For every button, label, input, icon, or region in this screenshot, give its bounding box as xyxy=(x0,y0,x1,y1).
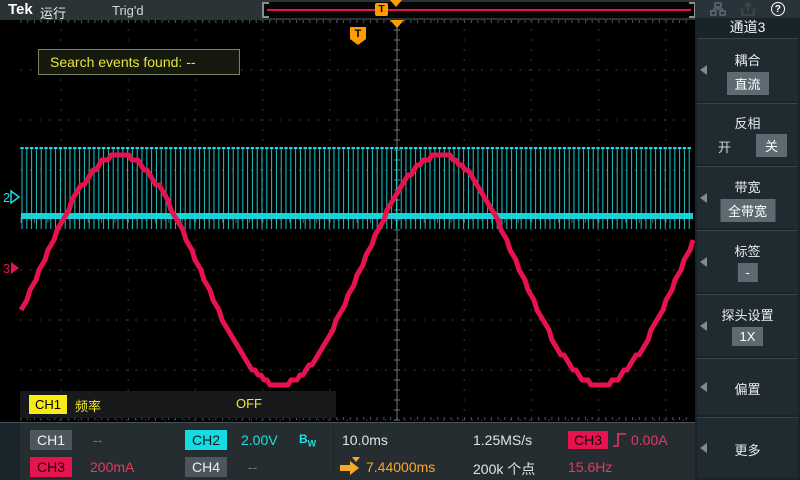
sidebar-icon-row: ? xyxy=(695,0,800,18)
search-events-banner: Search events found: -- xyxy=(38,49,240,75)
record-length-readout: 200k 个点 xyxy=(473,459,535,479)
bandwidth-value-chip[interactable]: 全带宽 xyxy=(720,199,775,222)
readout-divider xyxy=(333,426,334,477)
delay-arrow-icon xyxy=(338,456,362,476)
readout-left-strip xyxy=(0,423,20,480)
menu-item-label[interactable]: 标签 - xyxy=(697,230,798,292)
trigger-slope-icon xyxy=(611,431,629,449)
topology-icon[interactable] xyxy=(710,2,726,16)
menu-label: 探头设置 xyxy=(697,305,798,324)
svg-text:3: 3 xyxy=(3,261,10,276)
coupling-value-chip[interactable]: 直流 xyxy=(726,72,768,95)
menu-label: 更多 xyxy=(697,440,798,459)
menu-label: 反相 xyxy=(697,113,798,132)
menu-item-more[interactable]: 更多 xyxy=(697,417,798,478)
sample-rate-readout: 1.25MS/s xyxy=(473,432,532,448)
ch2-scale-readout: 2.00V xyxy=(241,432,278,448)
record-waveform-line xyxy=(267,9,691,11)
bottom-readout-bar: CH1 -- CH2 2.00V BW CH3 200mA CH4 -- 10.… xyxy=(0,422,695,480)
trigger-source-badge[interactable]: CH3 xyxy=(568,431,608,449)
ch1-scale-readout: -- xyxy=(93,432,102,448)
trigger-position-triangle xyxy=(390,0,402,7)
export-icon[interactable] xyxy=(740,2,756,16)
measurement-value: OFF xyxy=(236,396,262,411)
menu-label: 带宽 xyxy=(697,177,798,196)
trigger-status: Trig'd xyxy=(112,3,144,18)
menu-item-bandwidth[interactable]: 带宽 全带宽 xyxy=(697,166,798,228)
measurement-bar[interactable]: CH1 频率 OFF xyxy=(20,391,336,418)
probe-value-chip[interactable]: 1X xyxy=(732,327,764,346)
ch2-badge[interactable]: CH2 xyxy=(185,430,227,450)
measurement-channel-badge: CH1 xyxy=(29,395,67,414)
waveform-display: T 2 3 Search events found: -- CH1 频率 OFF xyxy=(0,20,695,480)
side-menu-channel3: ? 通道3 耦合 直流 反相 开 关 带宽 全带宽 标签 - 探头设置 1X xyxy=(695,0,800,480)
ch2-bandwidth-limit-icon: BW xyxy=(299,432,316,448)
measurement-name: 频率 xyxy=(75,396,101,415)
oscilloscope-screen: Tek 运行 Trig'd T T 2 3 Search events found:… xyxy=(0,0,800,480)
delay-time-readout: 7.44000ms xyxy=(366,459,435,475)
trigger-level-readout: 0.00A xyxy=(631,432,668,448)
menu-label: 偏置 xyxy=(697,379,798,398)
menu-item-probe-setup[interactable]: 探头设置 1X xyxy=(697,294,798,356)
help-icon[interactable]: ? xyxy=(771,2,785,16)
tek-logo: Tek xyxy=(8,1,33,18)
ch1-badge[interactable]: CH1 xyxy=(30,430,72,450)
invert-on-option[interactable]: 开 xyxy=(718,137,731,156)
invert-off-option[interactable]: 关 xyxy=(756,134,787,157)
menu-item-coupling[interactable]: 耦合 直流 xyxy=(697,38,798,101)
ch4-scale-readout: -- xyxy=(248,459,257,475)
menu-item-offset[interactable]: 偏置 xyxy=(697,358,798,415)
ch4-badge[interactable]: CH4 xyxy=(185,457,227,477)
menu-title: 通道3 xyxy=(695,18,800,37)
svg-text:2: 2 xyxy=(3,190,10,205)
timebase-readout: 10.0ms xyxy=(342,432,388,448)
menu-item-invert[interactable]: 反相 开 关 xyxy=(697,103,798,164)
menu-label: 耦合 xyxy=(697,50,798,69)
top-status-bar: Tek 运行 Trig'd T xyxy=(0,0,695,20)
acquisition-preview-bar[interactable]: T xyxy=(262,2,696,18)
svg-text:T: T xyxy=(355,28,362,40)
ch3-badge[interactable]: CH3 xyxy=(30,457,72,477)
menu-label: 标签 xyxy=(697,241,798,260)
trigger-t-badge[interactable]: T xyxy=(375,3,388,16)
label-value-chip[interactable]: - xyxy=(737,263,757,282)
trigger-frequency-readout: 15.6Hz xyxy=(568,459,612,475)
ch3-scale-readout: 200mA xyxy=(90,459,134,475)
